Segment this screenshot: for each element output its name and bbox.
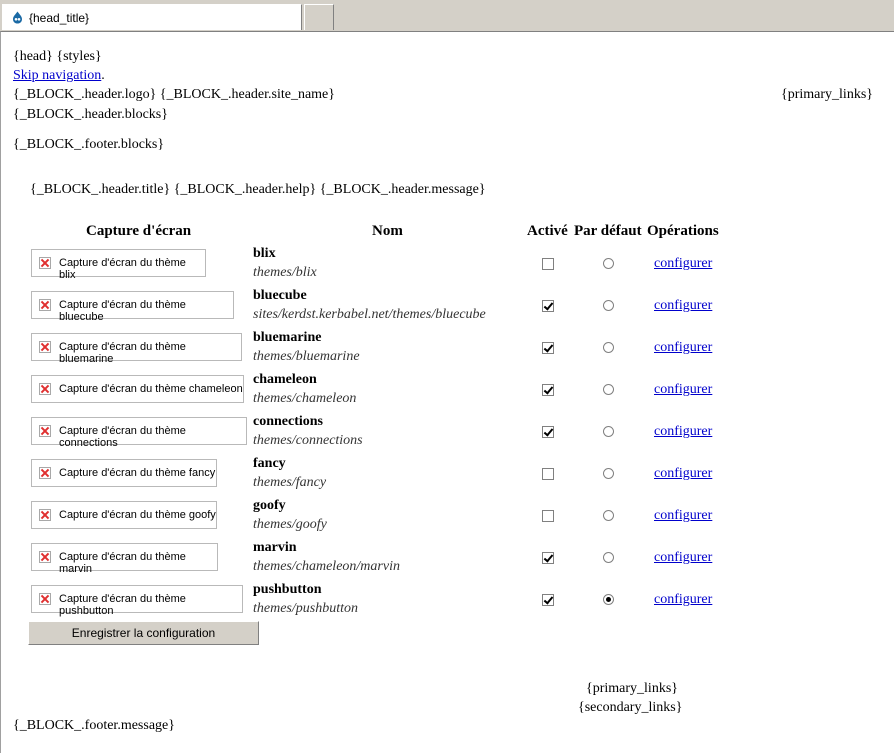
- default-radio[interactable]: [603, 426, 614, 437]
- broken-image-icon: [39, 551, 51, 563]
- configure-link[interactable]: configurer: [654, 466, 712, 482]
- theme-screenshot: Capture d'écran du thème pushbutton: [31, 585, 243, 617]
- screenshot-alt-text: Capture d'écran du thème connections: [59, 425, 186, 449]
- theme-path: themes/pushbutton: [253, 601, 358, 616]
- enabled-checkbox[interactable]: [542, 342, 554, 354]
- primary-links-top: {primary_links}: [781, 87, 873, 102]
- theme-screenshot: Capture d'écran du thème chameleon: [31, 375, 244, 403]
- column-header-screenshot: Capture d'écran: [86, 223, 192, 239]
- theme-name: connections: [253, 414, 323, 429]
- head-styles-placeholder: {head} {styles}: [13, 49, 102, 64]
- header-title-help-message: {_BLOCK_.header.title} {_BLOCK_.header.h…: [30, 182, 486, 197]
- theme-screenshot: Capture d'écran du thème blix: [31, 249, 206, 281]
- broken-image-icon: [39, 257, 51, 269]
- broken-image-icon: [39, 383, 51, 395]
- default-radio[interactable]: [603, 468, 614, 479]
- configure-link[interactable]: configurer: [654, 298, 712, 314]
- theme-screenshot: Capture d'écran du thème bluecube: [31, 291, 234, 323]
- enabled-checkbox[interactable]: [542, 426, 554, 438]
- theme-screenshot: Capture d'écran du thème goofy: [31, 501, 217, 529]
- configure-link[interactable]: configurer: [654, 256, 712, 272]
- tab-title: {head_title}: [29, 11, 90, 25]
- enabled-checkbox[interactable]: [542, 384, 554, 396]
- theme-name: blix: [253, 246, 276, 261]
- default-radio[interactable]: [603, 258, 614, 269]
- tab-new[interactable]: [304, 4, 334, 30]
- theme-path: themes/chameleon: [253, 391, 357, 406]
- primary-links-footer: {primary_links}: [586, 681, 678, 696]
- configure-link[interactable]: configurer: [654, 508, 712, 524]
- screenshot-alt-text: Capture d'écran du thème chameleon: [59, 383, 243, 395]
- enabled-checkbox[interactable]: [542, 300, 554, 312]
- theme-screenshot: Capture d'écran du thème bluemarine: [31, 333, 242, 365]
- enabled-checkbox[interactable]: [542, 552, 554, 564]
- default-radio[interactable]: [603, 552, 614, 563]
- broken-image-icon: [39, 425, 51, 437]
- screenshot-alt-text: Capture d'écran du thème fancy: [59, 467, 216, 479]
- column-header-default: Par défaut: [574, 223, 642, 239]
- theme-name: goofy: [253, 498, 286, 513]
- theme-path: themes/connections: [253, 433, 363, 448]
- theme-name: bluecube: [253, 288, 307, 303]
- theme-path: themes/chameleon/marvin: [253, 559, 400, 574]
- drupal-drop-icon: [13, 11, 22, 24]
- enabled-checkbox[interactable]: [542, 510, 554, 522]
- theme-name: chameleon: [253, 372, 317, 387]
- enabled-checkbox[interactable]: [542, 258, 554, 270]
- broken-image-icon: [39, 341, 51, 353]
- save-configuration-button[interactable]: Enregistrer la configuration: [28, 621, 259, 645]
- page-content: {head} {styles} Skip navigation. {_BLOCK…: [0, 31, 894, 753]
- theme-screenshot: Capture d'écran du thème connections: [31, 417, 247, 449]
- configure-link[interactable]: configurer: [654, 550, 712, 566]
- column-header-operations: Opérations: [647, 223, 719, 239]
- default-radio[interactable]: [603, 594, 614, 605]
- configure-link[interactable]: configurer: [654, 592, 712, 608]
- default-radio[interactable]: [603, 510, 614, 521]
- screenshot-alt-text: Capture d'écran du thème bluemarine: [59, 341, 186, 365]
- theme-path: themes/bluemarine: [253, 349, 360, 364]
- theme-screenshot: Capture d'écran du thème fancy: [31, 459, 217, 487]
- theme-name: fancy: [253, 456, 286, 471]
- default-radio[interactable]: [603, 300, 614, 311]
- footer-blocks: {_BLOCK_.footer.blocks}: [13, 137, 165, 152]
- screenshot-alt-text: Capture d'écran du thème bluecube: [59, 299, 186, 323]
- configure-link[interactable]: configurer: [654, 424, 712, 440]
- theme-path: themes/blix: [253, 265, 317, 280]
- skip-navigation-suffix: .: [101, 68, 105, 83]
- configure-link[interactable]: configurer: [654, 382, 712, 398]
- header-logo-site-name: {_BLOCK_.header.logo} {_BLOCK_.header.si…: [13, 87, 335, 102]
- skip-navigation-line: Skip navigation.: [13, 68, 105, 84]
- theme-screenshot: Capture d'écran du thème marvin: [31, 543, 218, 575]
- theme-path: themes/goofy: [253, 517, 327, 532]
- theme-path: sites/kerdst.kerbabel.net/themes/bluecub…: [253, 307, 486, 322]
- theme-name: pushbutton: [253, 582, 322, 597]
- theme-name: marvin: [253, 540, 297, 555]
- column-header-enabled: Activé: [527, 223, 568, 239]
- footer-message: {_BLOCK_.footer.message}: [13, 718, 175, 733]
- column-header-name: Nom: [372, 223, 403, 239]
- screenshot-alt-text: Capture d'écran du thème goofy: [59, 509, 216, 521]
- theme-name: bluemarine: [253, 330, 322, 345]
- tab-head-title[interactable]: {head_title}: [2, 4, 302, 30]
- theme-path: themes/fancy: [253, 475, 327, 490]
- broken-image-icon: [39, 299, 51, 311]
- screenshot-alt-text: Capture d'écran du thème pushbutton: [59, 593, 186, 617]
- enabled-checkbox[interactable]: [542, 468, 554, 480]
- enabled-checkbox[interactable]: [542, 594, 554, 606]
- broken-image-icon: [39, 467, 51, 479]
- screenshot-alt-text: Capture d'écran du thème marvin: [59, 551, 186, 575]
- skip-navigation-link[interactable]: Skip navigation: [13, 68, 101, 83]
- configure-link[interactable]: configurer: [654, 340, 712, 356]
- screenshot-alt-text: Capture d'écran du thème blix: [59, 257, 186, 281]
- browser-tab-strip: {head_title}: [0, 0, 894, 31]
- broken-image-icon: [39, 509, 51, 521]
- header-blocks: {_BLOCK_.header.blocks}: [13, 107, 168, 122]
- secondary-links-footer: {secondary_links}: [578, 700, 683, 715]
- default-radio[interactable]: [603, 384, 614, 395]
- default-radio[interactable]: [603, 342, 614, 353]
- broken-image-icon: [39, 593, 51, 605]
